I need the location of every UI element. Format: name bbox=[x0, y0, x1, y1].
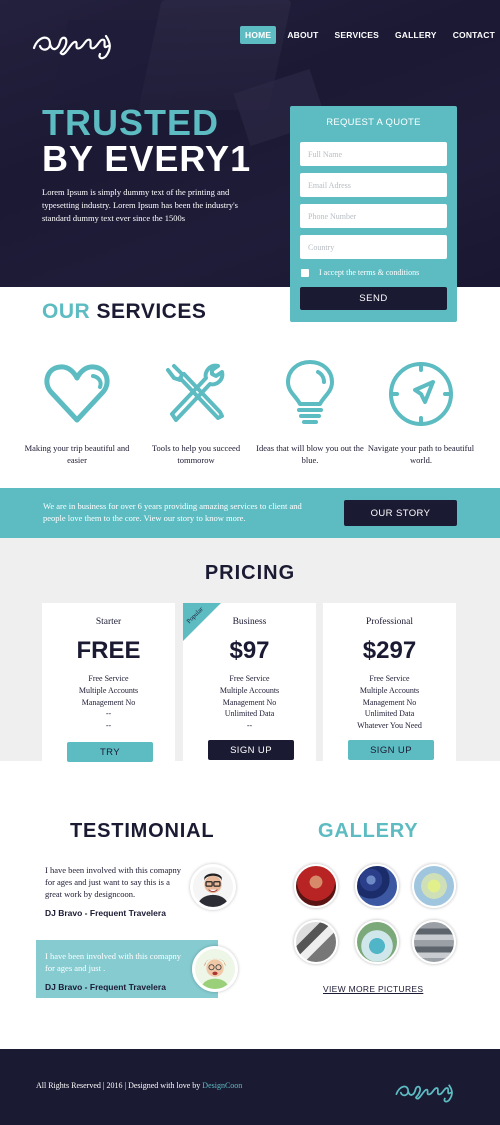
testimonial-text: I have been involved with this comapny f… bbox=[45, 951, 181, 973]
try-button[interactable]: TRY bbox=[67, 742, 153, 762]
email-field[interactable] bbox=[300, 173, 447, 197]
quote-form: REQUEST A QUOTE I accept the terms & con… bbox=[290, 106, 457, 322]
plan-features: Free Service Multiple Accounts Managemen… bbox=[323, 673, 456, 732]
service-ideas[interactable]: Ideas that will blow you out the blue. bbox=[255, 358, 365, 466]
hero-title-line2: BY EVERY1 bbox=[42, 138, 252, 179]
avatar bbox=[192, 946, 238, 992]
professional-signup-button[interactable]: SIGN UP bbox=[348, 740, 434, 760]
service-tools[interactable]: Tools to help you succeed tommorow bbox=[141, 358, 251, 466]
hero-description: Lorem Ipsum is simply dummy text of the … bbox=[42, 187, 238, 223]
plan-feature: Management No bbox=[81, 697, 136, 707]
plan-price: $97 bbox=[229, 637, 270, 664]
gallery-image-stones[interactable] bbox=[412, 920, 456, 964]
footer: All Rights Reserved | 2016 | Designed wi… bbox=[0, 1049, 500, 1125]
full-name-field[interactable] bbox=[300, 142, 447, 166]
plan-features: Free Service Multiple Accounts Managemen… bbox=[183, 673, 316, 732]
plan-features: Free Service Multiple Accounts Managemen… bbox=[42, 673, 175, 732]
service-caption: Tools to help you succeed tommorow bbox=[151, 443, 241, 465]
gallery-image-blueberries[interactable] bbox=[355, 864, 399, 908]
designcoon-link[interactable]: DesignCoon bbox=[202, 1081, 242, 1090]
avatar bbox=[190, 864, 236, 910]
tools-icon bbox=[166, 363, 225, 422]
nav-gallery[interactable]: GALLERY bbox=[390, 26, 442, 44]
nav-home[interactable]: HOME bbox=[240, 26, 277, 44]
plan-feature: Multiple Accounts bbox=[78, 685, 139, 695]
plan-feature: Management No bbox=[222, 697, 277, 707]
plan-feature: Unlimited Data bbox=[364, 709, 415, 719]
story-band: We are in business for over 6 years prov… bbox=[0, 488, 500, 538]
nav-contact[interactable]: CONTACT bbox=[448, 26, 500, 44]
logo-script-icon bbox=[32, 34, 111, 60]
nav-services[interactable]: SERVICES bbox=[330, 26, 384, 44]
plan-feature: -- bbox=[105, 721, 112, 731]
plan-feature: Free Service bbox=[88, 674, 129, 683]
logo-script-icon bbox=[395, 1084, 453, 1103]
pricing-card-business: Popular Business $97 Free Service Multip… bbox=[183, 603, 316, 761]
testimonial-quote: I have been involved with this comapny f… bbox=[45, 864, 187, 919]
services-title: OUR SERVICES bbox=[42, 300, 207, 323]
country-field[interactable] bbox=[300, 235, 447, 259]
main-nav: HOME ABOUT SERVICES GALLERY CONTACT bbox=[240, 26, 500, 44]
plan-feature: Free Service bbox=[369, 674, 410, 683]
plan-feature: Management No bbox=[362, 697, 417, 707]
person-redhead-icon bbox=[201, 958, 229, 989]
view-more-pictures-link[interactable]: VIEW MORE PICTURES bbox=[323, 984, 423, 994]
testimonial-author: DJ Bravo - Frequent Travelera bbox=[45, 908, 166, 918]
compass-icon bbox=[389, 362, 453, 426]
story-text: We are in business for over 6 years prov… bbox=[43, 501, 302, 523]
phone-field[interactable] bbox=[300, 204, 447, 228]
footer-logo[interactable] bbox=[392, 1075, 458, 1103]
testimonial-author: DJ Bravo - Frequent Travelera bbox=[45, 982, 166, 992]
plan-feature: Unlimited Data bbox=[224, 709, 275, 719]
heart-icon bbox=[44, 364, 110, 423]
plan-feature: -- bbox=[246, 721, 253, 731]
person-glasses-icon bbox=[197, 873, 229, 907]
plan-feature: Multiple Accounts bbox=[219, 685, 280, 695]
plan-name: Business bbox=[232, 617, 267, 627]
pricing-title: PRICING bbox=[204, 562, 296, 584]
plan-feature: Whatever You Need bbox=[357, 721, 422, 731]
testimonial-title: TESTIMONIAL bbox=[70, 820, 215, 842]
plan-name: Professional bbox=[366, 617, 413, 627]
gallery-image-people[interactable] bbox=[355, 920, 399, 964]
our-story-button[interactable]: OUR STORY bbox=[344, 500, 457, 526]
hero-title-line1: TRUSTED bbox=[42, 102, 219, 143]
terms-label: I accept the terms & conditions bbox=[319, 268, 420, 277]
testimonial-quote: I have been involved with this comapny f… bbox=[45, 950, 190, 993]
quote-form-title: REQUEST A QUOTE bbox=[326, 117, 421, 128]
nav-about[interactable]: ABOUT bbox=[282, 26, 323, 44]
terms-checkbox[interactable] bbox=[301, 268, 309, 277]
gallery-image-woman[interactable] bbox=[294, 864, 338, 908]
pricing-card-professional: Professional $297 Free Service Multiple … bbox=[323, 603, 456, 761]
testimonial-text: I have been involved with this comapny f… bbox=[45, 865, 181, 899]
service-caption: Navigate your path to beautiful world. bbox=[367, 443, 475, 465]
plan-price: FREE bbox=[76, 637, 141, 664]
business-signup-button[interactable]: SIGN UP bbox=[208, 740, 294, 760]
send-button[interactable]: SEND bbox=[300, 287, 447, 310]
plan-name: Starter bbox=[95, 617, 122, 627]
brand-logo[interactable] bbox=[28, 22, 118, 60]
plan-feature: Multiple Accounts bbox=[359, 685, 420, 695]
service-caption: Making your trip beautiful and easier bbox=[24, 443, 130, 465]
pricing-section: PRICING Starter FREE Free Service Multip… bbox=[0, 538, 500, 762]
plan-feature: -- bbox=[105, 709, 112, 719]
gallery-image-lemon[interactable] bbox=[412, 864, 456, 908]
service-caption: Ideas that will blow you out the blue. bbox=[256, 443, 364, 465]
plan-feature: Free Service bbox=[229, 674, 270, 683]
plan-price: $297 bbox=[362, 637, 417, 664]
terms-row: I accept the terms & conditions bbox=[301, 268, 419, 277]
footer-copyright: All Rights Reserved | 2016 | Designed wi… bbox=[36, 1081, 243, 1090]
pricing-card-starter: Starter FREE Free Service Multiple Accou… bbox=[42, 603, 175, 762]
gallery-image-newspaper[interactable] bbox=[294, 920, 338, 964]
lightbulb-icon bbox=[286, 360, 334, 424]
gallery-title: GALLERY bbox=[318, 820, 419, 842]
service-navigate[interactable]: Navigate your path to beautiful world. bbox=[366, 358, 476, 466]
service-trip[interactable]: Making your trip beautiful and easier bbox=[22, 358, 132, 466]
